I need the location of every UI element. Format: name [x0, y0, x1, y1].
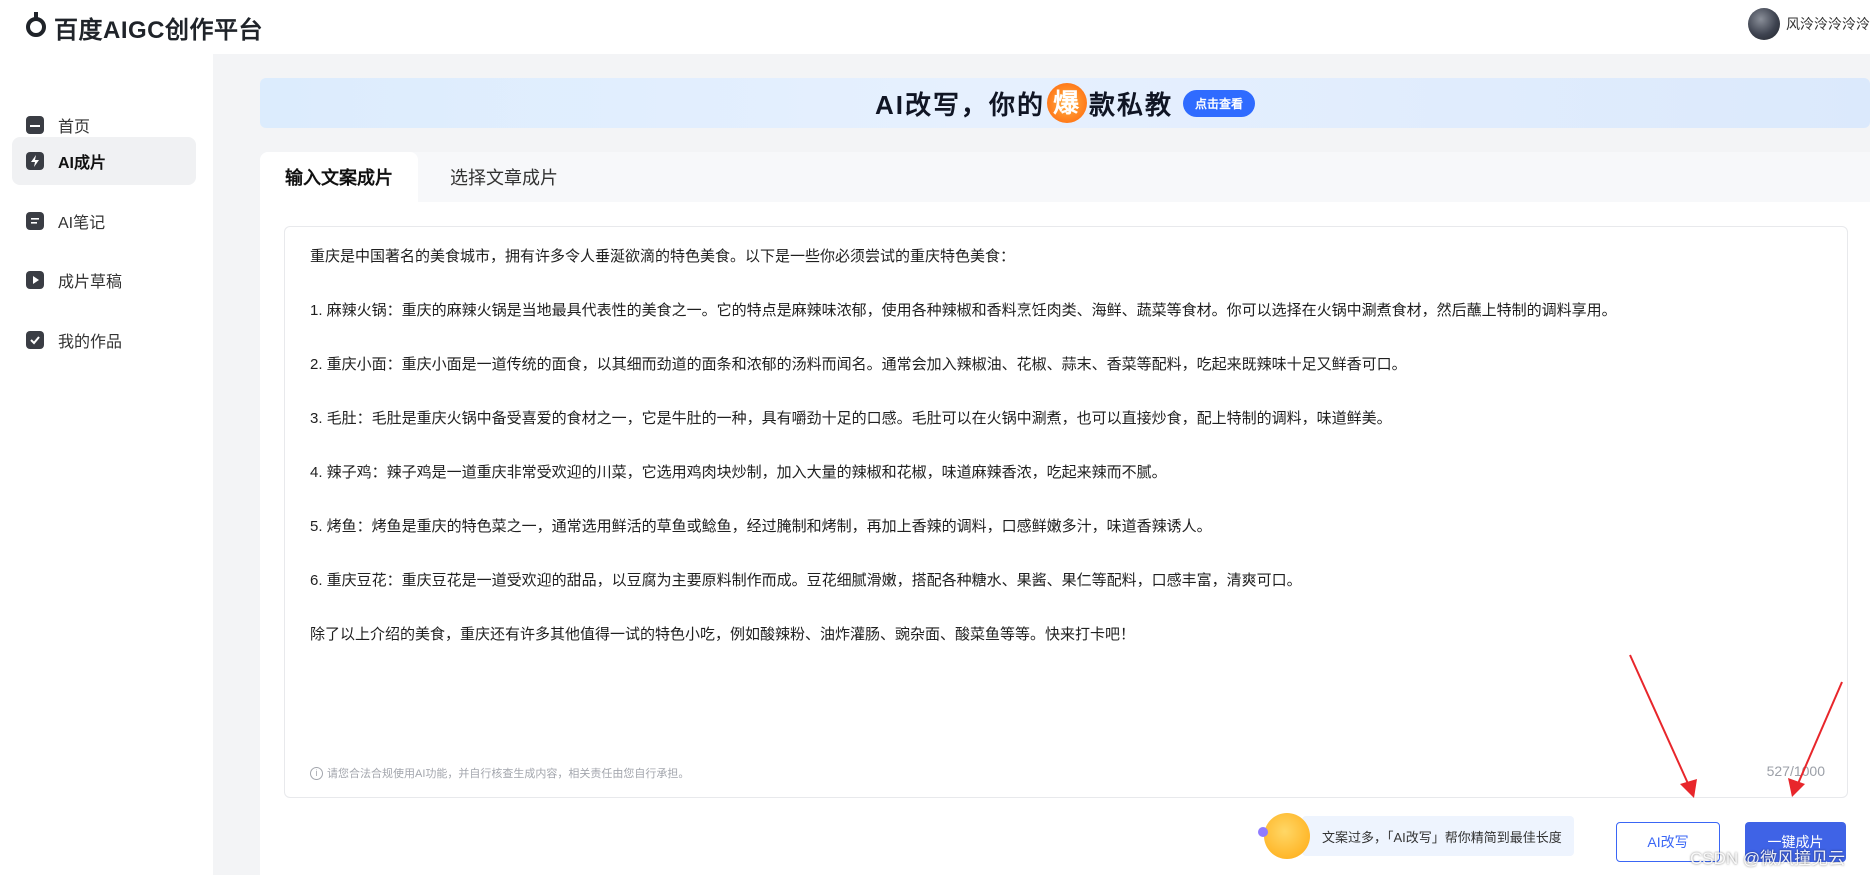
rewrite-tip: 文案过多，「AI改写」帮你精简到最佳长度 [1258, 812, 1574, 860]
sidebar-item-label: 首页 [58, 119, 91, 136]
compliance-notice: i 请您合法合规使用AI功能，并自行核查生成内容，相关责任由您自行承担。 [310, 765, 689, 781]
mascot-icon [1258, 813, 1310, 859]
editor-paragraph: 重庆是中国著名的美食城市，拥有许多令人垂涎欲滴的特色美食。以下是一些你必须尝试的… [310, 248, 1016, 265]
editor-paragraph: 4. 辣子鸡：辣子鸡是一道重庆非常受欢迎的川菜，它选用鸡肉块炒制，加入大量的辣椒… [310, 464, 1167, 481]
sidebar-item-drafts[interactable]: 成片草稿 [12, 256, 196, 304]
watermark: CSDN @微风撞见云 [1690, 849, 1846, 868]
editor-paragraph: 1. 麻辣火锅：重庆的麻辣火锅是当地最具代表性的美食之一。它的特点是麻辣味浓郁，… [310, 302, 1617, 319]
tab-input-text[interactable]: 输入文案成片 [260, 152, 418, 202]
baidu-logo-icon [26, 12, 46, 37]
compliance-notice-text: 请您合法合规使用AI功能，并自行核查生成内容，相关责任由您自行承担。 [327, 768, 690, 780]
sidebar-item-label: 我的作品 [58, 334, 123, 351]
main-card: 输入文案成片 选择文章成片 重庆是中国著名的美食城市，拥有许多令人垂涎欲滴的特色… [260, 152, 1870, 875]
avatar[interactable] [1748, 8, 1780, 40]
tip-text: 文案过多，「AI改写」帮你精简到最佳长度 [1302, 816, 1574, 856]
info-icon: i [310, 766, 323, 780]
banner-title: AI改写，你的 爆 款私教 [875, 83, 1173, 123]
logo[interactable]: 百度AIGC创作平台 [26, 10, 263, 45]
sidebar-item-label: AI笔记 [58, 215, 106, 232]
sidebar-item-label: AI成片 [58, 155, 107, 172]
home-icon [26, 116, 44, 134]
editor-paragraph: 2. 重庆小面：重庆小面是一道传统的面食，以其细而劲道的面条和浓郁的汤料而闻名。… [310, 356, 1407, 373]
banner-title-post: 款私教 [1088, 89, 1173, 120]
editor-paragraph: 除了以上介绍的美食，重庆还有许多其他值得一试的特色小吃，例如酸辣粉、油炸灌肠、豌… [310, 626, 1136, 643]
character-counter: 527/1000 [1766, 763, 1825, 779]
username: 风泠泠泠泠泠 [1786, 16, 1870, 32]
promo-banner[interactable]: AI改写，你的 爆 款私教 点击查看 [260, 78, 1870, 128]
tab-select-article[interactable]: 选择文章成片 [440, 152, 568, 202]
app-title: 百度AIGC创作平台 [54, 16, 263, 44]
banner-view-button[interactable]: 点击查看 [1183, 89, 1256, 117]
sidebar-item-label: 成片草稿 [58, 274, 123, 291]
check-icon [26, 331, 44, 349]
sidebar-item-ai-notes[interactable]: AI笔记 [12, 197, 196, 245]
sidebar-item-ai-video[interactable]: AI成片 [12, 137, 196, 185]
play-icon [26, 271, 44, 289]
user-menu[interactable]: 风泠泠泠泠泠 [1748, 8, 1870, 40]
sidebar: 首页 AI成片 AI笔记 成片草稿 我的作品 [0, 54, 213, 875]
editor-paragraph: 6. 重庆豆花：重庆豆花是一道受欢迎的甜品，以豆腐为主要原料制作而成。豆花细腻滑… [310, 572, 1302, 589]
banner-title-highlight: 爆 [1046, 83, 1087, 123]
lightning-icon [26, 152, 44, 170]
note-icon [26, 212, 44, 230]
banner-title-pre: AI改写，你的 [874, 89, 1045, 120]
sidebar-item-my-works[interactable]: 我的作品 [12, 316, 196, 364]
editor-paragraph: 5. 烤鱼：烤鱼是重庆的特色菜之一，通常选用鲜活的草鱼或鲶鱼，经过腌制和烤制，再… [310, 518, 1212, 535]
top-header: 百度AIGC创作平台 风泠泠泠泠泠 [0, 0, 1870, 54]
editor-paragraph: 3. 毛肚：毛肚是重庆火锅中备受喜爱的食材之一，它是牛肚的一种，具有嚼劲十足的口… [310, 410, 1392, 427]
tab-bar: 输入文案成片 选择文章成片 [260, 152, 1870, 202]
text-editor[interactable]: 重庆是中国著名的美食城市，拥有许多令人垂涎欲滴的特色美食。以下是一些你必须尝试的… [284, 226, 1848, 798]
